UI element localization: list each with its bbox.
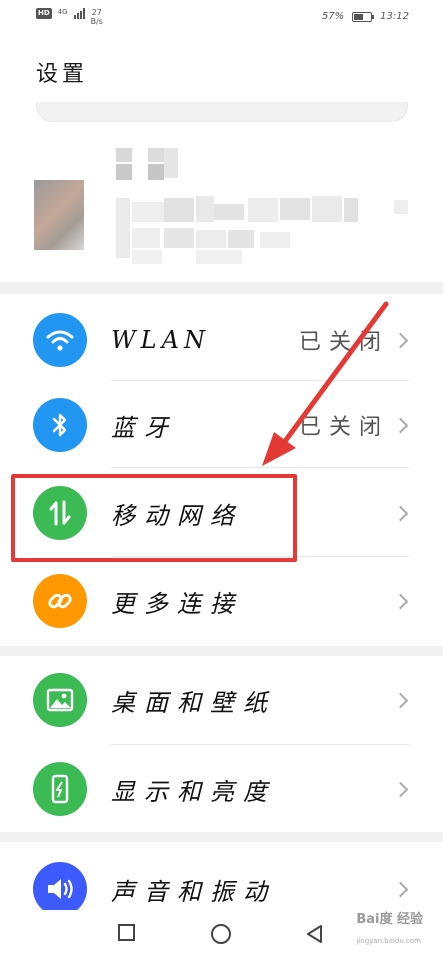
recent-apps-button[interactable] — [118, 924, 135, 941]
row-value: 已关闭 — [298, 415, 389, 440]
link-icon — [33, 574, 87, 628]
settings-row-wlan[interactable]: WLAN 已关闭 — [0, 296, 443, 384]
status-bar: HD 4G 27 B/s 57% 13:12 — [0, 0, 443, 34]
chevron-right-icon — [392, 781, 409, 797]
blur-block — [260, 232, 290, 248]
account-card[interactable] — [0, 140, 443, 290]
section-gap — [0, 282, 443, 294]
hd-badge: HD — [36, 8, 52, 19]
chevron-right-icon — [392, 692, 409, 708]
watermark-sub: jingyan.baidu.com — [356, 937, 421, 945]
section-gap — [0, 646, 443, 656]
blur-block — [132, 228, 160, 248]
blur-block — [148, 164, 164, 180]
settings-row-mobile-network[interactable]: 移动网络 — [0, 469, 443, 557]
network-type: 4G — [57, 8, 68, 16]
clock: 13:12 — [380, 11, 409, 22]
mobile-data-icon — [33, 486, 87, 540]
blur-block — [196, 196, 214, 222]
row-label: 移动网络 — [111, 501, 243, 530]
watermark: Bai度 经验 — [356, 912, 423, 927]
display-icon — [33, 762, 87, 816]
blur-block — [248, 198, 278, 222]
blur-block — [196, 250, 242, 264]
bluetooth-icon — [33, 398, 87, 452]
chevron-right-icon — [392, 505, 409, 521]
chevron-right-icon — [392, 417, 409, 433]
chevron-right-icon — [392, 593, 409, 609]
battery-fill — [354, 13, 364, 20]
network-speed: 27 B/s — [91, 8, 103, 26]
blur-block — [312, 196, 342, 222]
wifi-icon — [33, 313, 87, 367]
blur-block — [280, 198, 310, 220]
section-gap — [0, 832, 443, 842]
blur-block — [116, 198, 130, 258]
speed-unit: B/s — [90, 17, 103, 26]
blur-block — [116, 148, 132, 162]
speed-value: 27 — [91, 8, 102, 17]
row-label: 桌面和壁纸 — [111, 688, 276, 717]
status-right: 57% 13:12 — [322, 11, 409, 22]
settings-row-more-connections[interactable]: 更多连接 — [0, 557, 443, 645]
settings-row-bluetooth[interactable]: 蓝牙 已关闭 — [0, 381, 443, 469]
blur-block — [164, 228, 194, 248]
blur-block — [214, 204, 244, 220]
battery-percent: 57% — [321, 11, 345, 22]
back-button[interactable] — [305, 924, 325, 944]
row-label: WLAN — [111, 326, 210, 354]
blur-block — [164, 198, 194, 222]
blur-block — [132, 250, 162, 264]
row-value: 已关闭 — [298, 330, 389, 355]
row-label: 声音和振动 — [111, 877, 276, 906]
battery-icon — [352, 11, 375, 22]
blur-block — [196, 230, 226, 248]
blur-block — [164, 148, 178, 178]
blur-block — [148, 148, 164, 162]
sound-icon — [33, 862, 87, 916]
settings-row-wallpaper[interactable]: 桌面和壁纸 — [0, 656, 443, 744]
blur-block — [116, 164, 132, 180]
row-label: 显示和亮度 — [111, 777, 276, 806]
wallpaper-icon — [33, 673, 87, 727]
row-label: 更多连接 — [111, 589, 243, 618]
home-button[interactable] — [211, 924, 231, 944]
page-title: 设置 — [36, 62, 89, 87]
blur-block — [132, 202, 164, 222]
blur-block — [344, 198, 358, 222]
blur-block — [394, 200, 408, 214]
chevron-right-icon — [392, 332, 409, 348]
search-bar-edge[interactable] — [36, 102, 408, 122]
settings-row-display[interactable]: 显示和亮度 — [0, 745, 443, 833]
blur-block — [228, 230, 254, 248]
avatar — [34, 180, 84, 250]
divider — [111, 467, 409, 468]
chevron-right-icon — [392, 881, 409, 897]
row-label: 蓝牙 — [111, 413, 177, 442]
signal-icon — [73, 8, 85, 19]
status-left: HD 4G 27 B/s — [36, 8, 103, 26]
